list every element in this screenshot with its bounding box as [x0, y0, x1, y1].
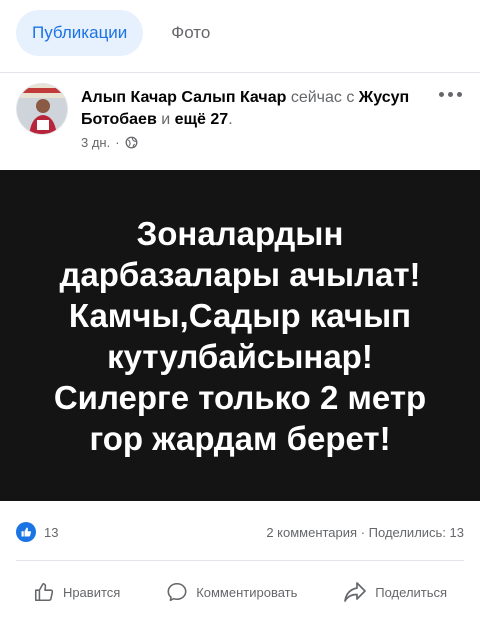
post-time[interactable]: 3 дн.: [81, 135, 110, 150]
tab-posts[interactable]: Публикации: [16, 10, 144, 56]
post-meta: 3 дн. ·: [81, 135, 138, 150]
engagement-summary: 2 комментария · Поделились: 13: [266, 525, 464, 540]
post-header: Алып Качар Салып Качар сейчас с Жусуп Бо…: [16, 83, 468, 163]
thumbs-up-icon: [34, 582, 54, 602]
share-icon: [344, 582, 367, 602]
avatar-image: [17, 84, 67, 134]
author-name[interactable]: Алып Качар Салып Качар: [81, 89, 286, 106]
more-dot: [447, 91, 453, 97]
tab-photos[interactable]: Фото: [155, 10, 226, 56]
stats-separator: ·: [360, 524, 366, 540]
others-link[interactable]: ещё 27: [175, 111, 229, 128]
likes-count: 13: [44, 524, 59, 540]
like-label: Нравится: [62, 584, 121, 600]
shares-count[interactable]: Поделились: 13: [369, 525, 464, 540]
post-stats: 13 2 комментария · Поделились: 13: [16, 520, 464, 544]
and-text: и: [161, 111, 171, 128]
comment-icon: [167, 582, 187, 602]
post-image-text: Зоналардын дарбазалары ачылат! Камчы,Сад…: [53, 214, 427, 457]
meta-separator: ·: [115, 135, 120, 150]
with-text: сейчас с: [290, 89, 355, 106]
post-image[interactable]: Зоналардын дарбазалары ачылат! Камчы,Сад…: [0, 170, 480, 501]
more-dot: [456, 91, 462, 97]
period: .: [228, 111, 233, 128]
comment-button[interactable]: Комментировать: [158, 574, 305, 610]
share-label: Поделиться: [375, 584, 448, 600]
profile-tabs: Публикации Фото: [16, 10, 226, 56]
more-options-button[interactable]: [432, 83, 468, 105]
tabs-divider: [0, 72, 480, 73]
comments-count[interactable]: 2 комментария: [266, 525, 357, 540]
like-reaction-icon: [16, 522, 36, 542]
post-author-line: Алып Качар Салып Качар сейчас с Жусуп Бо…: [81, 87, 416, 131]
post-actions: Нравится Комментировать Поделиться: [0, 570, 480, 614]
author-avatar[interactable]: [16, 83, 68, 135]
actions-divider: [16, 560, 464, 561]
more-dot: [438, 91, 444, 97]
likes-summary[interactable]: 13: [16, 522, 58, 542]
globe-icon: [125, 136, 137, 149]
share-button[interactable]: Поделиться: [335, 574, 455, 610]
comment-label: Комментировать: [196, 584, 298, 600]
like-button[interactable]: Нравится: [25, 574, 128, 610]
